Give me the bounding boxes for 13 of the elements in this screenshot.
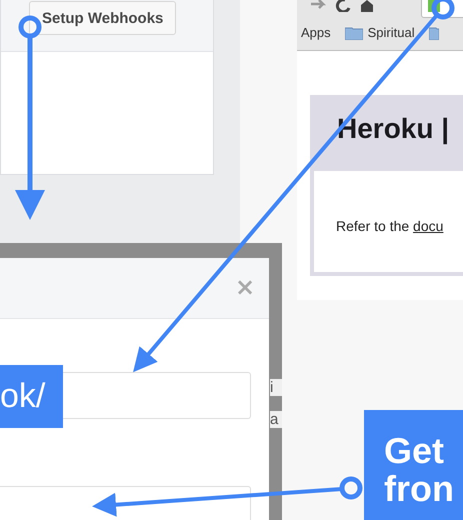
callout-label: ok/ xyxy=(0,365,63,428)
folder-icon xyxy=(344,26,363,40)
folder-icon xyxy=(428,26,439,40)
setup-webhooks-button[interactable]: Setup Webhooks xyxy=(29,1,176,35)
bookmark-item[interactable]: Spiritual xyxy=(368,25,415,40)
background-text: i xyxy=(270,379,282,396)
callout-label: Get fron xyxy=(364,410,463,520)
documentation-link[interactable]: docu xyxy=(413,218,444,234)
bookmark-item[interactable]: Apps xyxy=(301,25,331,40)
body-text: Refer to the docu xyxy=(336,218,444,234)
page-title: Heroku | xyxy=(337,113,450,145)
background-text: a xyxy=(270,411,282,428)
input-field[interactable] xyxy=(0,486,251,520)
